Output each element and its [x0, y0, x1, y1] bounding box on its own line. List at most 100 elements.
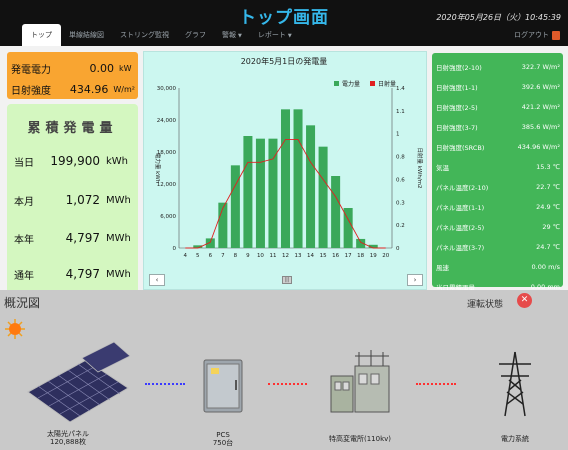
x-tick-label: 12 — [282, 253, 289, 259]
chart-title: 2020年5月1日の発電量 — [241, 56, 328, 66]
measurement-label: 風速 — [436, 264, 449, 272]
measurement-value: 385.6 W/m² — [521, 123, 560, 131]
pcs-cabinet-icon — [203, 359, 243, 413]
measurement-value: 15.3 ℃ — [536, 163, 560, 171]
legend-swatch-energy — [334, 81, 339, 86]
irradiance-unit: W/m² — [113, 84, 135, 94]
tab-label: ストリング監視 — [120, 31, 169, 39]
x-tick-label: 16 — [332, 253, 339, 259]
x-tick-label: 18 — [357, 253, 364, 259]
measurement-value: 0.00 m/s — [531, 263, 560, 271]
legend-label-irradiance: 日射量 — [378, 80, 396, 88]
measurement-label: 日射強度(2-5) — [436, 104, 478, 112]
x-tick-label: 4 — [184, 253, 188, 259]
measurement-list: 日射強度(2-10) 322.7 W/m² 日射強度(1-1) 392.6 W/m² 日… — [432, 53, 563, 292]
measurement-label: パネル温度(3-7) — [436, 244, 485, 252]
accum-unit: kWh — [106, 155, 129, 167]
power-label: 発電電力 — [11, 64, 51, 76]
logout-icon — [552, 30, 560, 40]
device-label-grid: 電力系統 — [480, 435, 550, 443]
main-panel: 発電電力 0.00 kW 日射強度 434.96 W/m² 累積発電量 当日 1… — [0, 46, 568, 330]
tab-alarm[interactable]: 警報 ▼ — [214, 30, 250, 46]
accum-label: 本年 — [14, 234, 34, 246]
y2-tick-label: 0 — [396, 246, 400, 252]
measurement-row: 日射強度(3-7) 385.6 W/m² — [436, 117, 560, 137]
measurement-label: 日射強度(3-7) — [436, 124, 478, 132]
device-label-solar: 太陽光パネル 120,888枚 — [28, 430, 108, 446]
x-tick-label: 8 — [234, 253, 238, 259]
accum-value: 1,072 — [65, 193, 100, 207]
status-label: 運転状態 — [467, 300, 504, 310]
x-tick-label: 9 — [246, 253, 250, 259]
y2-tick-label: 1.4 — [396, 86, 405, 92]
tab-label: 警報 — [222, 31, 236, 39]
measurement-row: 日射強度(2-10) 322.7 W/m² — [436, 57, 560, 77]
device-label-pcs: PCS 750台 — [188, 431, 258, 447]
measurement-row: 日射強度(SRCB) 434.96 W/m² — [436, 137, 560, 157]
measurement-label: パネル温度(1-1) — [436, 204, 485, 212]
tab-label: 単線結線図 — [69, 31, 104, 39]
substation-icon — [330, 350, 390, 413]
accum-value: 199,900 — [50, 154, 100, 168]
accumulated-title: 累積発電量 — [27, 121, 118, 136]
y-axis-label: 電力量 kWh — [154, 153, 162, 184]
accum-label: 通年 — [14, 270, 34, 282]
x-tick-label: 7 — [221, 253, 225, 259]
measurement-value: 421.2 W/m² — [521, 103, 560, 111]
measurement-value: 29 ℃ — [542, 223, 560, 231]
tab-single-line-diagram[interactable]: 単線結線図 — [61, 30, 112, 46]
y2-tick-label: 0.2 — [396, 223, 405, 229]
x-tick-label: 20 — [382, 253, 389, 259]
measurement-row: 日射強度(1-1) 392.6 W/m² — [436, 77, 560, 97]
y-tick-label: 24,000 — [157, 118, 177, 124]
solar-panel-icon — [27, 341, 130, 422]
y2-tick-label: 1 — [396, 132, 400, 138]
device-name: 電力系統 — [501, 435, 529, 443]
device-name: 太陽光パネル — [47, 430, 89, 438]
accum-unit: MWh — [106, 268, 131, 280]
tab-string-monitor[interactable]: ストリング監視 — [112, 30, 177, 46]
chart-scroll-right-button[interactable]: › — [407, 274, 423, 286]
power-panel: 発電電力 0.00 kW 日射強度 434.96 W/m² — [7, 52, 138, 99]
chart-bar — [331, 176, 341, 248]
logout-button[interactable]: ログアウト — [514, 30, 560, 40]
irradiance-row: 日射強度 434.96 W/m² — [11, 79, 135, 99]
measurement-row: 風速 0.00 m/s — [436, 257, 560, 277]
device-detail: 120,888枚 — [50, 438, 86, 446]
close-icon: ✕ — [517, 293, 532, 308]
x-tick-label: 17 — [345, 253, 352, 259]
y-tick-label: 30,000 — [157, 86, 177, 92]
overview-panel: 概況図 運転状態 ✕ 太陽光パネル 120,888枚 PCS 750台 特高変電… — [0, 290, 568, 450]
accum-row-day: 当日 199,900 kWh — [14, 151, 136, 171]
generation-chart-panel: 2020年5月1日の発電量 電力量 日射量 0 6,000 12,000 18,000 24,… — [143, 51, 427, 290]
chart-bar — [293, 109, 303, 248]
measurement-row: パネル温度(1-1) 24.9 ℃ — [436, 197, 560, 217]
x-tick-label: 11 — [269, 253, 276, 259]
measurement-value: 322.7 W/m² — [521, 63, 560, 71]
measurement-value: 22.7 ℃ — [536, 183, 560, 191]
legend-label-energy: 電力量 — [342, 80, 360, 88]
power-value: 0.00 — [89, 61, 115, 75]
x-tick-label: 15 — [320, 253, 327, 259]
tab-label: レポート — [257, 31, 286, 39]
tab-report[interactable]: レポート ▼ — [250, 30, 300, 46]
y2-tick-label: 0.8 — [396, 155, 405, 161]
power-unit: kW — [119, 63, 132, 73]
tab-label: トップ — [31, 31, 52, 39]
device-name: PCS — [216, 431, 230, 439]
chart-bar — [230, 165, 240, 248]
tab-graph[interactable]: グラフ — [177, 30, 214, 46]
measurement-label: 日射強度(2-10) — [436, 64, 482, 72]
tab-top[interactable]: トップ — [22, 24, 61, 46]
chart-scroll-left-button[interactable]: ‹ — [149, 274, 165, 286]
logout-label: ログアウト — [514, 31, 549, 39]
chevron-down-icon: ▼ — [287, 33, 292, 39]
measurement-row: 日射強度(2-5) 421.2 W/m² — [436, 97, 560, 117]
y2-tick-label: 1.1 — [396, 109, 405, 115]
chart-bar — [218, 202, 228, 248]
accum-value: 4,797 — [65, 267, 100, 281]
chart-scroll-thumb[interactable]: ||| — [282, 276, 292, 284]
chevron-down-icon: ▼ — [238, 33, 242, 39]
link-substation-grid — [416, 383, 456, 385]
irradiance-label: 日射強度 — [11, 85, 51, 97]
